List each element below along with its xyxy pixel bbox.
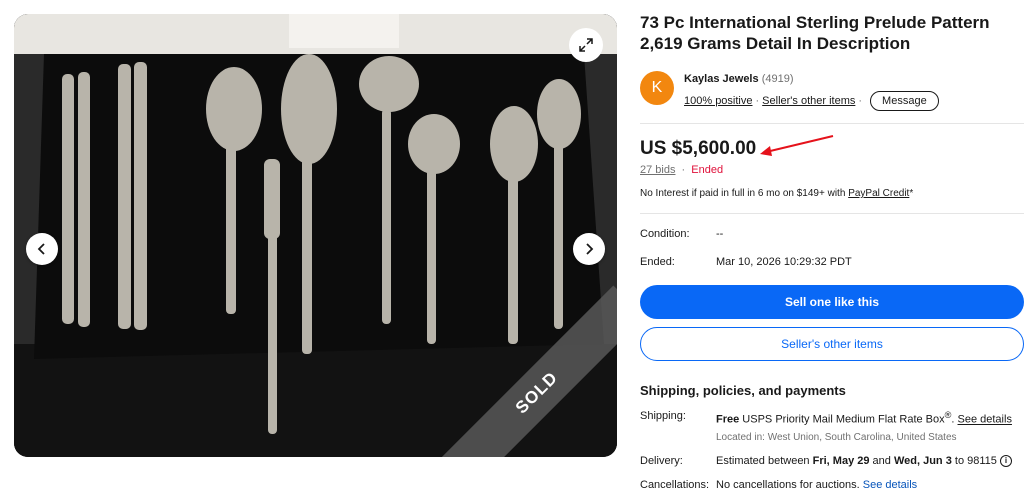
item-location: Located in: West Union, South Carolina, … [716, 431, 957, 443]
condition-value: -- [716, 228, 724, 240]
ended-row: Ended: Mar 10, 2026 10:29:32 PDT [640, 256, 852, 268]
item-title: 73 Pc International Sterling Prelude Pat… [640, 13, 990, 53]
shipping-row: Shipping: Free USPS Priority Mail Medium… [640, 410, 1012, 443]
seller-name[interactable]: Kaylas Jewels [684, 73, 759, 85]
next-image-button[interactable] [573, 233, 605, 265]
expand-image-button[interactable] [569, 28, 603, 62]
seller-feedback-count: (4919) [761, 73, 794, 85]
previous-image-button[interactable] [26, 233, 58, 265]
chevron-right-icon [586, 243, 594, 255]
item-info-panel: 73 Pc International Sterling Prelude Pat… [640, 12, 1024, 491]
message-seller-button[interactable]: Message [870, 91, 939, 111]
shipping-see-details-link[interactable]: See details [958, 414, 1012, 426]
expand-icon [579, 38, 593, 52]
ended-date: Mar 10, 2026 10:29:32 PDT [716, 256, 852, 268]
seller-card: K Kaylas Jewels (4919) 100% positive · S… [640, 71, 1024, 124]
seller-positive-link[interactable]: 100% positive [684, 95, 753, 107]
paypal-credit-offer: No Interest if paid in full in 6 mo on $… [640, 188, 1024, 214]
cancellations-row: Cancellations: No cancellations for auct… [640, 478, 918, 491]
info-icon[interactable]: i [999, 454, 1012, 467]
condition-row: Condition: -- [640, 228, 724, 240]
delivery-row: Delivery: Estimated between Fri, May 29 … [640, 455, 1024, 467]
seller-other-items-link[interactable]: Seller's other items [762, 95, 855, 107]
arrow-annotation-icon [760, 135, 834, 156]
chevron-left-icon [37, 243, 45, 255]
product-image-gallery[interactable]: SOLD [14, 14, 617, 457]
cancellations-see-details-link[interactable]: See details [863, 479, 917, 491]
sellers-other-items-button[interactable]: Seller's other items [640, 327, 1024, 361]
sell-one-like-this-button[interactable]: Sell one like this [640, 285, 1024, 319]
shipping-section-title: Shipping, policies, and payments [640, 383, 846, 398]
auction-status: Ended [691, 164, 724, 176]
price-section: US $5,600.00 27 bids · Ended [640, 135, 1024, 176]
seller-avatar[interactable]: K [640, 71, 674, 105]
bids-count-link[interactable]: 27 bids [640, 164, 675, 176]
paypal-credit-link[interactable]: PayPal Credit [848, 188, 909, 199]
